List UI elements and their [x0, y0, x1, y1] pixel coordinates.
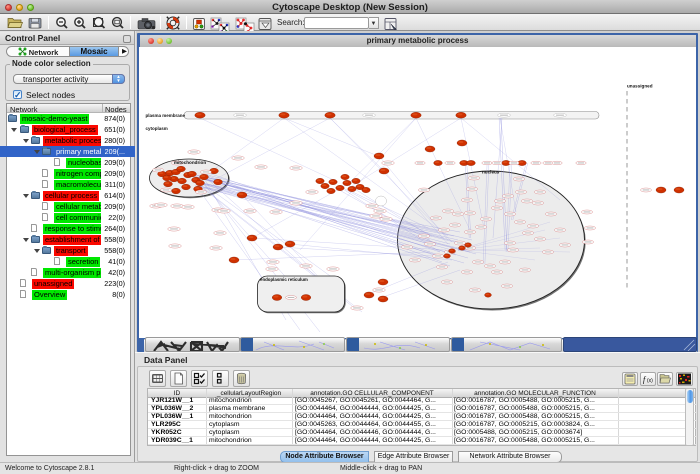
svg-text:endoplasmic reticulum: endoplasmic reticulum [260, 277, 308, 282]
svg-text:(x): (x) [647, 378, 653, 384]
svg-text:plasma membrane: plasma membrane [146, 113, 186, 118]
svg-text:cytoplasm: cytoplasm [146, 126, 168, 131]
svg-text:nucleus: nucleus [482, 170, 500, 175]
svg-text:unassigned: unassigned [627, 84, 653, 89]
svg-text:mitochondrion: mitochondrion [174, 160, 206, 165]
